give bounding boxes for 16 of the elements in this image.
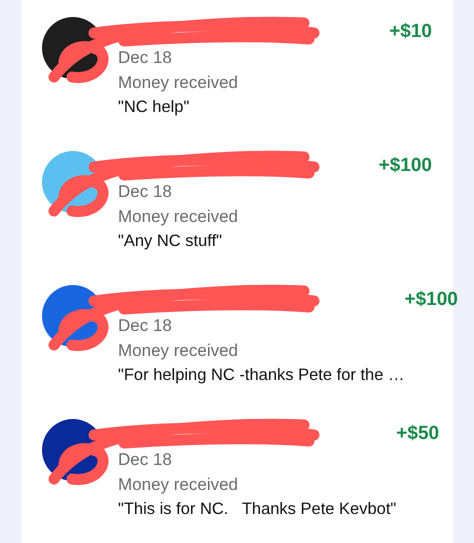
- transaction-status: Money received: [118, 474, 240, 496]
- transaction-status: Money received: [118, 206, 240, 228]
- transaction-status: Money received: [118, 340, 240, 362]
- transaction-amount: +$100: [378, 154, 432, 177]
- transaction-status: Money received: [118, 72, 240, 94]
- transaction-note: "Any NC stuff": [118, 231, 224, 252]
- transaction-date: Dec 18: [118, 315, 173, 337]
- transaction-date: Dec 18: [118, 449, 173, 471]
- transaction-note: "NC help": [118, 97, 190, 118]
- transaction-amount: +$10: [389, 20, 432, 43]
- transaction-amount: +$100: [404, 288, 458, 311]
- transaction-amount: +$50: [396, 422, 440, 445]
- transaction-date: Dec 18: [118, 181, 173, 203]
- transaction-note: "For helping NC -thanks Pete for the …: [118, 365, 404, 386]
- transaction-note: "This is for NC. Thanks Pete Kevbot": [118, 499, 396, 520]
- transaction-date: Dec 18: [118, 47, 173, 69]
